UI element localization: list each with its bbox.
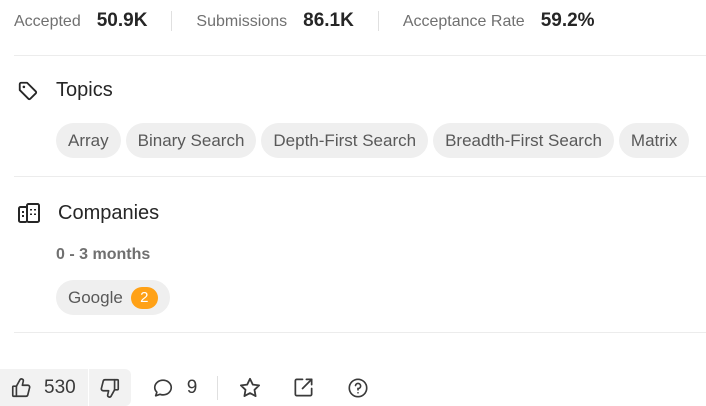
acceptance-rate-value: 59.2% [540,10,595,31]
topic-tag-depth-first-search[interactable]: Depth-First Search [261,123,429,158]
topic-tags: Array Binary Search Depth-First Search B… [56,123,694,158]
question-icon [347,377,369,399]
section-divider [14,176,706,177]
tag-icon [17,80,39,102]
favorite-button[interactable] [238,376,262,400]
comments-button[interactable]: 9 [152,376,198,399]
companies-header[interactable]: Companies [17,201,159,225]
divider [171,11,173,31]
section-divider [14,55,706,56]
building-icon [17,201,41,225]
topics-title: Topics [56,79,113,101]
topic-tag-binary-search[interactable]: Binary Search [125,123,257,158]
comment-icon [152,377,174,399]
accepted-value: 50.9K [96,10,148,31]
company-tag-google[interactable]: Google 2 [56,280,170,315]
downvote-button[interactable] [89,369,131,406]
action-bar: 530 9 [0,369,369,406]
help-button[interactable] [347,377,369,399]
section-divider [14,332,706,333]
topic-tag-matrix[interactable]: Matrix [618,123,690,158]
companies-period: 0 - 3 months [56,246,151,263]
accepted-stat: Accepted 50.9K [14,10,147,32]
submissions-stat: Submissions 86.1K [196,10,353,32]
upvote-count: 530 [44,376,76,398]
stats-row: Accepted 50.9K Submissions 86.1K Accepta… [14,8,595,34]
divider [377,11,379,31]
topics-header[interactable]: Topics [17,79,113,102]
upvote-button[interactable]: 530 [0,369,88,406]
share-button[interactable] [292,376,315,399]
companies-title: Companies [58,201,160,224]
divider [217,375,219,400]
thumbs-up-icon [10,377,32,399]
share-icon [292,376,315,399]
thumbs-down-icon [99,377,121,399]
topic-tag-breadth-first-search[interactable]: Breadth-First Search [433,123,614,158]
comment-count: 9 [186,376,198,398]
company-name: Google [68,287,123,307]
company-count-badge: 2 [130,286,158,309]
star-icon [238,376,262,400]
acceptance-rate-label: Acceptance Rate [402,13,525,30]
submissions-value: 86.1K [303,10,354,31]
acceptance-rate-stat: Acceptance Rate 59.2% [403,10,595,32]
submissions-label: Submissions [196,13,288,30]
accepted-label: Accepted [14,13,81,30]
vote-group: 530 [0,369,131,406]
topic-tag-array[interactable]: Array [56,123,121,158]
